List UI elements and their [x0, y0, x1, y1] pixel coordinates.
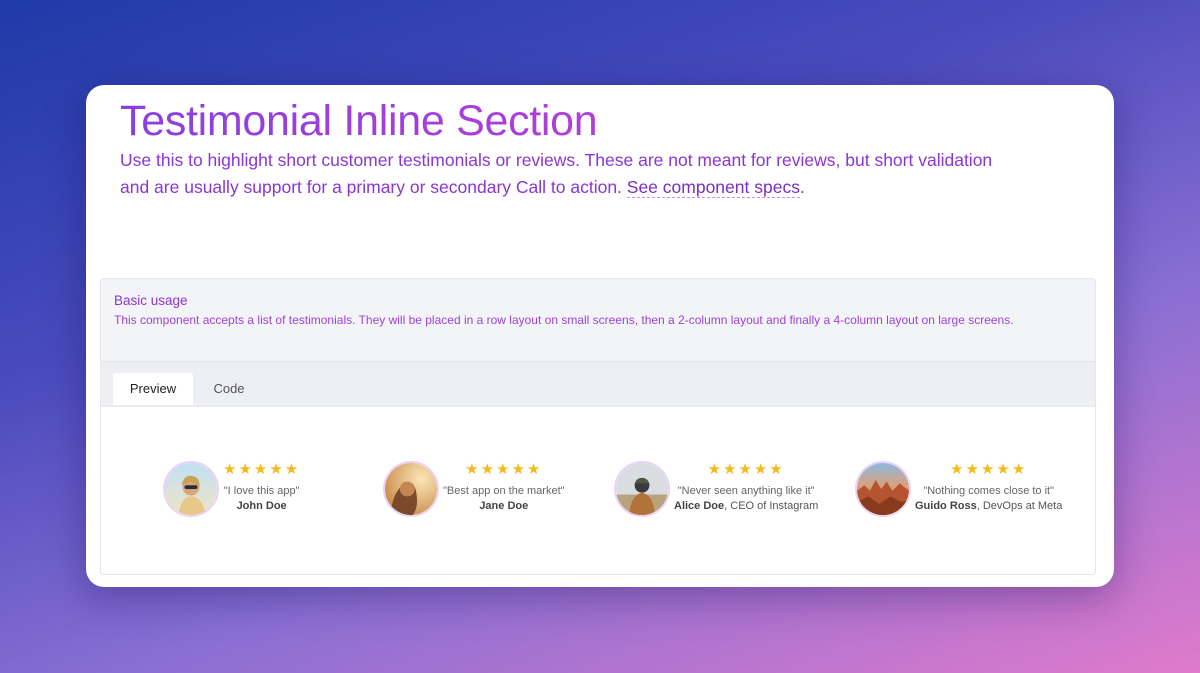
author-name: Guido Ross [915, 500, 977, 512]
avatar [383, 461, 439, 517]
testimonial-author: John Doe [223, 500, 300, 512]
testimonial-body: ★★★★★ "Best app on the market" Jane Doe [443, 461, 565, 512]
testimonial-quote: "Best app on the market" [443, 485, 565, 497]
author-name: Alice Doe [674, 500, 725, 512]
testimonial-body: ★★★★★ "Never seen anything like it" Alic… [674, 461, 818, 512]
author-role: , DevOps at Meta [976, 500, 1063, 512]
tab-code[interactable]: Code [209, 373, 249, 405]
tab-bar: Preview Code [101, 362, 1095, 406]
intro-text: Use this to highlight short customer tes… [120, 147, 1020, 201]
content-card: Testimonial Inline Section Use this to h… [86, 85, 1114, 587]
example-panel: Basic usage This component accepts a lis… [100, 278, 1096, 575]
star-icon: ★★★★★ [223, 461, 301, 478]
testimonial-body: ★★★★★ "Nothing comes close to it" Guido … [915, 461, 1062, 512]
avatar [163, 461, 219, 517]
example-description: This component accepts a list of testimo… [114, 313, 1014, 327]
testimonial-author: Jane Doe [443, 500, 565, 512]
author-role: , CEO of Instagram [724, 500, 819, 512]
tab-preview[interactable]: Preview [113, 373, 193, 405]
author-name: John Doe [236, 500, 287, 512]
avatar [614, 461, 670, 517]
testimonial-quote: "Never seen anything like it" [677, 485, 815, 497]
example-title: Basic usage [114, 293, 188, 308]
intro-suffix: . [799, 177, 805, 197]
avatar [855, 461, 911, 517]
example-header: Basic usage This component accepts a lis… [101, 279, 1095, 362]
author-name: Jane Doe [479, 500, 529, 512]
testimonial-author: Alice Doe, CEO of Instagram [674, 500, 818, 512]
intro-body: Use this to highlight short customer tes… [120, 150, 993, 197]
preview-area: ★★★★★ "I love this app" John Doe ★★★★★ "… [101, 406, 1095, 574]
star-icon: ★★★★★ [465, 461, 543, 478]
star-icon: ★★★★★ [950, 461, 1028, 478]
testimonial-body: ★★★★★ "I love this app" John Doe [223, 461, 300, 512]
testimonial-quote: "Nothing comes close to it" [923, 485, 1055, 497]
page-title: Testimonial Inline Section [120, 97, 598, 145]
testimonial-author: Guido Ross, DevOps at Meta [915, 500, 1062, 512]
testimonial-quote: "I love this app" [223, 485, 300, 497]
star-icon: ★★★★★ [707, 461, 785, 478]
component-specs-link[interactable]: See component specs [626, 177, 800, 198]
